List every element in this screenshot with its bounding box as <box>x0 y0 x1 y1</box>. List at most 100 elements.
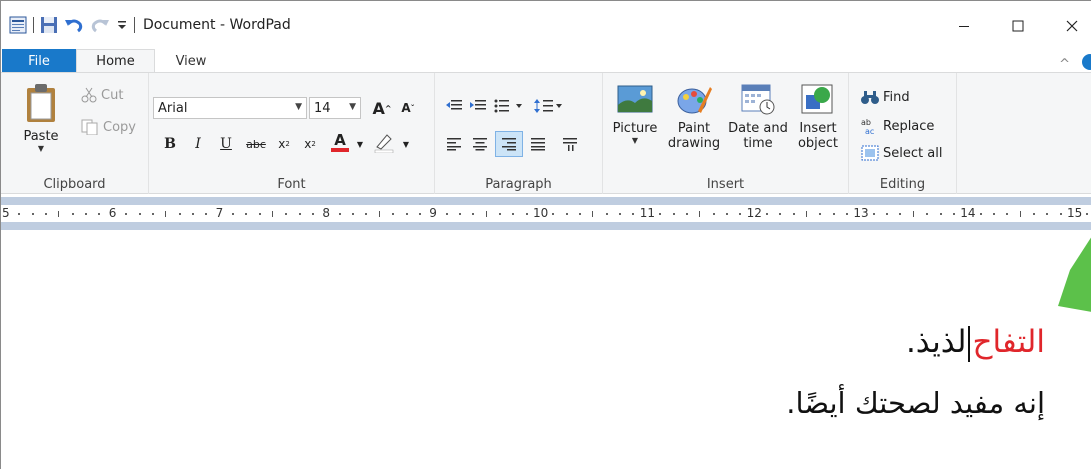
subscript-icon[interactable]: x2 <box>273 133 295 155</box>
insert-object-button[interactable]: Insert object <box>791 83 845 151</box>
grow-font-icon[interactable]: A ^ <box>371 97 393 119</box>
customize-qat-icon[interactable] <box>116 15 128 35</box>
decrease-indent-icon[interactable] <box>443 95 465 117</box>
cut-button: Cut <box>81 87 123 103</box>
ruler-dot <box>659 213 662 215</box>
redo-icon <box>90 15 110 35</box>
ruler-dot <box>392 213 395 215</box>
ruler-dot <box>98 213 101 215</box>
tab-view[interactable]: View <box>161 50 221 73</box>
ruler-dot <box>672 213 675 215</box>
ruler-tick <box>165 211 167 217</box>
ruler-dot <box>952 213 955 215</box>
close-button[interactable] <box>1049 11 1091 41</box>
select-all-button[interactable]: Select all <box>861 145 942 161</box>
ruler-dot <box>178 213 181 215</box>
editing-group: Find ab ac Replace Select all Editing <box>849 73 957 194</box>
maximize-button[interactable] <box>995 11 1041 41</box>
ribbon-tabs: File Home View ^ <box>1 45 1091 73</box>
ruler-number: 13 <box>853 206 869 220</box>
increase-indent-icon[interactable] <box>467 95 489 117</box>
ruler-dot <box>739 213 742 215</box>
highlight-dropdown-icon[interactable]: ▼ <box>401 133 411 155</box>
ruler-number: 14 <box>960 206 976 220</box>
align-center-icon[interactable] <box>469 133 491 155</box>
ruler-dot <box>405 213 408 215</box>
undo-icon[interactable] <box>64 15 84 35</box>
align-right-icon[interactable] <box>495 131 523 157</box>
select-all-label: Select all <box>883 145 943 161</box>
paste-button[interactable]: Paste ▼ <box>21 83 61 163</box>
ruler-number: 15 <box>1067 206 1083 220</box>
collapse-ribbon-icon[interactable]: ^ <box>1059 57 1070 72</box>
strikethrough-icon[interactable]: abc <box>243 133 269 155</box>
ruler-dot <box>472 213 475 215</box>
document-area[interactable]: التفاحلذيذ. إنه مفيد لصحتك أيضًا. <box>1 236 1091 469</box>
tab-file[interactable]: File <box>2 49 76 73</box>
ruler-tick <box>58 211 60 217</box>
ruler-dot <box>191 213 194 215</box>
ruler-dot <box>71 213 74 215</box>
font-family-value: Arial <box>158 100 188 116</box>
ruler-dot <box>445 213 448 215</box>
ruler-dot <box>765 213 768 215</box>
picture-button[interactable]: Picture ▼ <box>607 83 663 145</box>
font-family-select[interactable]: Arial ▼ <box>153 97 307 119</box>
highlight-color-icon[interactable] <box>369 131 399 153</box>
binoculars-icon <box>861 91 879 104</box>
editing-group-label: Editing <box>879 177 926 192</box>
date-time-button[interactable]: Date and time <box>725 83 791 151</box>
picture-dropdown-icon[interactable]: ▼ <box>632 136 638 145</box>
align-left-icon[interactable] <box>443 133 465 155</box>
paint-drawing-label-2: drawing <box>667 136 721 151</box>
tab-home[interactable]: Home <box>76 49 155 73</box>
ruler-dot <box>151 213 154 215</box>
ruler-tick <box>378 211 380 217</box>
ruler-dot <box>552 213 555 215</box>
ruler-dot <box>1006 213 1009 215</box>
font-size-select[interactable]: 14 ▼ <box>309 97 361 119</box>
ruler-dot <box>685 213 688 215</box>
justify-icon[interactable] <box>527 133 549 155</box>
ruler-dot <box>725 213 728 215</box>
paint-drawing-label-1: Paint <box>677 121 711 136</box>
bullet-list-icon[interactable] <box>491 95 527 117</box>
ruler-dot <box>245 213 248 215</box>
shrink-font-icon[interactable]: Aˇ <box>397 97 419 119</box>
text-color-icon[interactable]: A <box>325 131 355 153</box>
replace-button[interactable]: ab ac Replace <box>861 117 934 135</box>
line-spacing-icon[interactable] <box>531 95 567 117</box>
paragraph-settings-icon[interactable] <box>559 133 581 155</box>
paragraph-group-label: Paragraph <box>485 177 552 192</box>
ruler-tick <box>912 211 914 217</box>
ruler-dot <box>285 213 288 215</box>
find-label: Find <box>883 89 910 105</box>
ruler-tick <box>592 211 594 217</box>
save-icon[interactable] <box>40 15 58 35</box>
underline-icon[interactable]: U <box>215 133 237 155</box>
paragraph-group: Paragraph <box>435 73 603 194</box>
ruler[interactable]: 5 6 7 8 9 10 11 12 13 14 15 <box>1 195 1091 236</box>
paste-dropdown-icon[interactable]: ▼ <box>38 144 44 153</box>
ruler-dot <box>352 213 355 215</box>
ruler-dot <box>619 213 622 215</box>
ruler-dot <box>872 213 875 215</box>
qat-separator <box>33 17 34 33</box>
ruler-dot <box>632 213 635 215</box>
insert-group: Picture ▼ Paint drawing Date and time In… <box>603 73 849 194</box>
picture-label: Picture <box>612 121 658 136</box>
paint-drawing-button[interactable]: Paint drawing <box>665 83 723 151</box>
ruler-tick <box>1019 211 1021 217</box>
superscript-icon[interactable]: x2 <box>299 133 321 155</box>
minimize-button[interactable] <box>941 11 987 41</box>
bold-icon[interactable]: B <box>159 133 181 155</box>
italic-icon[interactable]: I <box>187 133 209 155</box>
calendar-clock-icon <box>741 84 775 115</box>
wordpad-app-icon[interactable] <box>9 15 27 35</box>
ruler-dot <box>779 213 782 215</box>
ruler-number: 11 <box>639 206 656 220</box>
ruler-scale: 5 6 7 8 9 10 11 12 13 14 15 <box>1 205 1091 222</box>
text-color-dropdown-icon[interactable]: ▼ <box>355 133 365 155</box>
find-button[interactable]: Find <box>861 89 910 105</box>
ruler-dot <box>85 213 88 215</box>
